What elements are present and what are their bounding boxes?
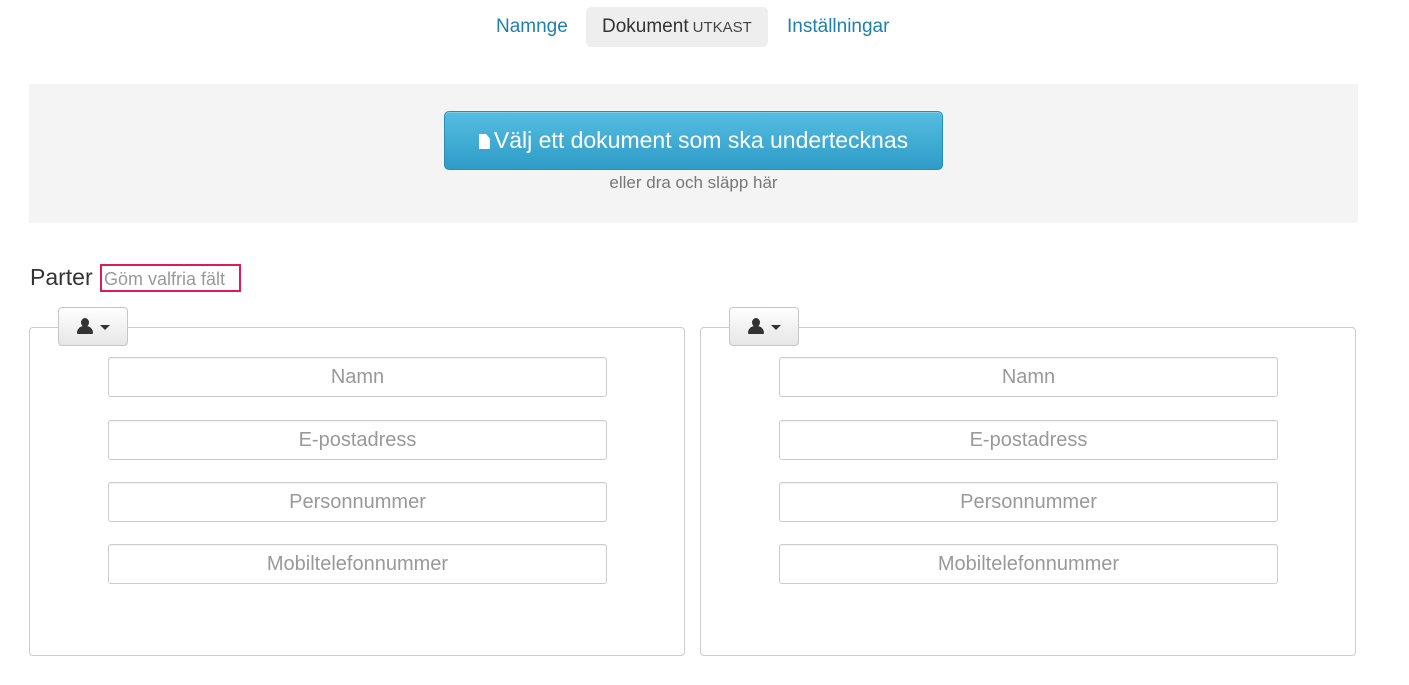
- party-card-2: [700, 307, 1356, 656]
- hide-optional-fields-link[interactable]: Göm valfria fält: [100, 264, 241, 292]
- user-icon: [747, 318, 765, 335]
- draft-badge: UTKAST: [692, 19, 752, 36]
- choose-document-button[interactable]: Välj ett dokument som ska undertecknas: [444, 111, 943, 170]
- party-role-dropdown[interactable]: [58, 307, 128, 346]
- tab-dokument-label: Dokument: [602, 16, 689, 37]
- parties-title: Parter: [30, 264, 93, 290]
- document-drop-zone[interactable]: Välj ett dokument som ska undertecknas e…: [29, 84, 1358, 223]
- choose-document-label: Välj ett dokument som ska undertecknas: [493, 127, 909, 153]
- tab-namnge[interactable]: Namnge: [496, 7, 568, 47]
- email-field[interactable]: [108, 420, 607, 460]
- user-icon: [76, 318, 94, 335]
- mobile-field[interactable]: [108, 544, 607, 584]
- personal-number-field[interactable]: [779, 482, 1278, 522]
- tab-installningar[interactable]: Inställningar: [787, 7, 889, 47]
- party-card-1: [29, 307, 685, 656]
- file-icon: [478, 134, 490, 149]
- top-tabs: Namnge Dokument UTKAST Inställningar: [0, 7, 1385, 47]
- mobile-field[interactable]: [779, 544, 1278, 584]
- email-field[interactable]: [779, 420, 1278, 460]
- name-field[interactable]: [779, 357, 1278, 397]
- personal-number-field[interactable]: [108, 482, 607, 522]
- drop-hint: eller dra och släpp här: [609, 173, 778, 192]
- caret-down-icon: [771, 325, 781, 330]
- tab-dokument[interactable]: Dokument UTKAST: [586, 7, 768, 47]
- caret-down-icon: [100, 325, 110, 330]
- party-role-dropdown[interactable]: [729, 307, 799, 346]
- name-field[interactable]: [108, 357, 607, 397]
